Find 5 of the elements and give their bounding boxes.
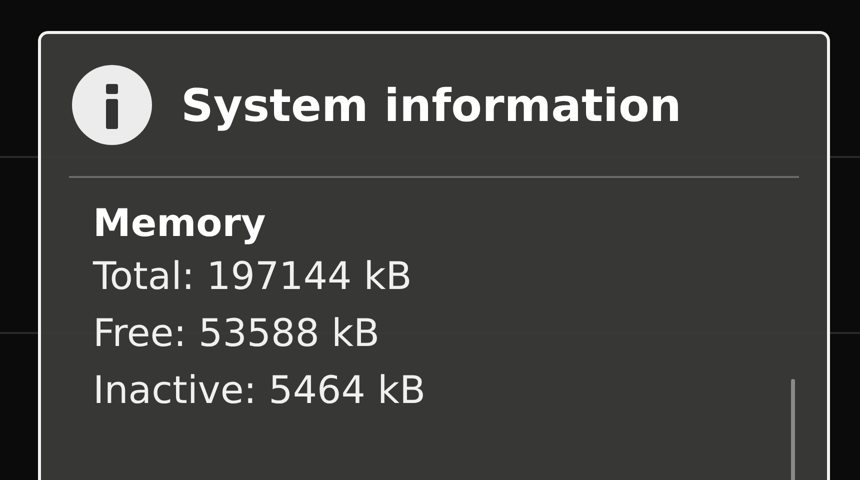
info-icon — [71, 64, 153, 146]
memory-info-line: Total: 197144 kB — [93, 253, 413, 300]
memory-info-line: Free: 53588 kB — [93, 310, 381, 357]
section-heading: Memory — [93, 200, 267, 247]
memory-info-line: Inactive: 5464 kB — [93, 367, 427, 414]
